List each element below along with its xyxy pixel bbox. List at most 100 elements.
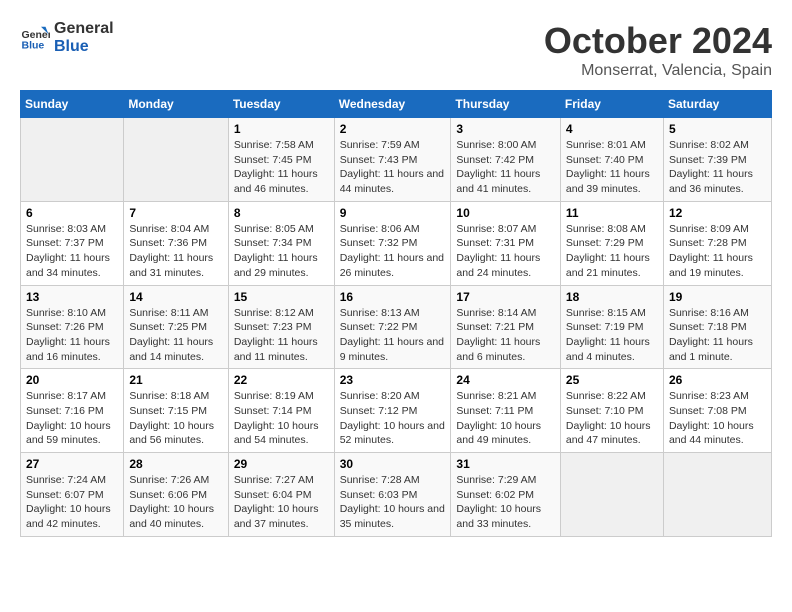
day-info: Sunrise: 7:28 AM Sunset: 6:03 PM Dayligh… [340,473,446,532]
day-info: Sunrise: 8:18 AM Sunset: 7:15 PM Dayligh… [129,389,222,448]
column-header-monday: Monday [124,91,228,118]
column-header-wednesday: Wednesday [334,91,451,118]
day-number: 9 [340,206,446,220]
column-header-tuesday: Tuesday [228,91,334,118]
day-number: 11 [566,206,658,220]
title-block: October 2024 Monserrat, Valencia, Spain [544,20,772,80]
logo: General Blue General Blue [20,20,114,55]
day-info: Sunrise: 8:07 AM Sunset: 7:31 PM Dayligh… [456,222,555,281]
day-info: Sunrise: 8:01 AM Sunset: 7:40 PM Dayligh… [566,138,658,197]
column-header-friday: Friday [560,91,663,118]
day-info: Sunrise: 8:11 AM Sunset: 7:25 PM Dayligh… [129,306,222,365]
day-info: Sunrise: 8:17 AM Sunset: 7:16 PM Dayligh… [26,389,118,448]
day-cell: 10 Sunrise: 8:07 AM Sunset: 7:31 PM Dayli… [451,201,561,285]
day-cell: 4 Sunrise: 8:01 AM Sunset: 7:40 PM Daylig… [560,118,663,202]
day-info: Sunrise: 8:16 AM Sunset: 7:18 PM Dayligh… [669,306,766,365]
day-number: 10 [456,206,555,220]
day-info: Sunrise: 8:05 AM Sunset: 7:34 PM Dayligh… [234,222,329,281]
day-number: 8 [234,206,329,220]
day-number: 13 [26,290,118,304]
day-number: 22 [234,373,329,387]
day-cell [663,453,771,537]
week-row-3: 13Sunrise: 8:10 AM Sunset: 7:26 PM Dayli… [21,285,772,369]
day-number: 28 [129,457,222,471]
day-number: 7 [129,206,222,220]
day-cell: 31 Sunrise: 7:29 AM Sunset: 6:02 PM Dayli… [451,453,561,537]
day-info: Sunrise: 8:15 AM Sunset: 7:19 PM Dayligh… [566,306,658,365]
day-cell: 1 Sunrise: 7:58 AM Sunset: 7:45 PM Daylig… [228,118,334,202]
column-header-sunday: Sunday [21,91,124,118]
day-info: Sunrise: 8:03 AM Sunset: 7:37 PM Dayligh… [26,222,118,281]
day-cell: 14 Sunrise: 8:11 AM Sunset: 7:25 PM Dayli… [124,285,228,369]
day-number: 5 [669,122,766,136]
day-info: Sunrise: 8:19 AM Sunset: 7:14 PM Dayligh… [234,389,329,448]
week-row-5: 27 Sunrise: 7:24 AM Sunset: 6:07 PM Dayli… [21,453,772,537]
page-header: General Blue General Blue October 2024 M… [20,20,772,80]
day-info: Sunrise: 8:00 AM Sunset: 7:42 PM Dayligh… [456,138,555,197]
day-number: 20 [26,373,118,387]
day-number: 2 [340,122,446,136]
day-info: Sunrise: 8:08 AM Sunset: 7:29 PM Dayligh… [566,222,658,281]
week-row-1: 1 Sunrise: 7:58 AM Sunset: 7:45 PM Daylig… [21,118,772,202]
day-info: Sunrise: 7:27 AM Sunset: 6:04 PM Dayligh… [234,473,329,532]
day-cell: 28Sunrise: 7:26 AM Sunset: 6:06 PM Dayli… [124,453,228,537]
day-cell [21,118,124,202]
day-number: 14 [129,290,222,304]
day-cell: 17Sunrise: 8:14 AM Sunset: 7:21 PM Dayli… [451,285,561,369]
day-cell: 30 Sunrise: 7:28 AM Sunset: 6:03 PM Dayli… [334,453,451,537]
day-number: 3 [456,122,555,136]
month-title: October 2024 [544,20,772,62]
day-cell: 7 Sunrise: 8:04 AM Sunset: 7:36 PM Daylig… [124,201,228,285]
day-number: 30 [340,457,446,471]
day-number: 26 [669,373,766,387]
day-cell [124,118,228,202]
day-info: Sunrise: 8:23 AM Sunset: 7:08 PM Dayligh… [669,389,766,448]
header-row: SundayMondayTuesdayWednesdayThursdayFrid… [21,91,772,118]
day-info: Sunrise: 7:58 AM Sunset: 7:45 PM Dayligh… [234,138,329,197]
day-number: 29 [234,457,329,471]
day-number: 31 [456,457,555,471]
day-cell: 18 Sunrise: 8:15 AM Sunset: 7:19 PM Dayli… [560,285,663,369]
day-cell: 8 Sunrise: 8:05 AM Sunset: 7:34 PM Daylig… [228,201,334,285]
logo-general: General [54,20,114,38]
day-cell: 27 Sunrise: 7:24 AM Sunset: 6:07 PM Dayli… [21,453,124,537]
day-cell: 9Sunrise: 8:06 AM Sunset: 7:32 PM Daylig… [334,201,451,285]
day-number: 27 [26,457,118,471]
day-cell: 13Sunrise: 8:10 AM Sunset: 7:26 PM Dayli… [21,285,124,369]
day-number: 24 [456,373,555,387]
svg-text:Blue: Blue [22,39,45,51]
day-cell: 11 Sunrise: 8:08 AM Sunset: 7:29 PM Dayli… [560,201,663,285]
day-cell: 3 Sunrise: 8:00 AM Sunset: 7:42 PM Daylig… [451,118,561,202]
day-number: 6 [26,206,118,220]
day-cell: 20 Sunrise: 8:17 AM Sunset: 7:16 PM Dayli… [21,369,124,453]
day-info: Sunrise: 7:59 AM Sunset: 7:43 PM Dayligh… [340,138,446,197]
day-cell: 21Sunrise: 8:18 AM Sunset: 7:15 PM Dayli… [124,369,228,453]
day-info: Sunrise: 7:29 AM Sunset: 6:02 PM Dayligh… [456,473,555,532]
day-cell: 19Sunrise: 8:16 AM Sunset: 7:18 PM Dayli… [663,285,771,369]
day-cell: 16Sunrise: 8:13 AM Sunset: 7:22 PM Dayli… [334,285,451,369]
day-info: Sunrise: 8:22 AM Sunset: 7:10 PM Dayligh… [566,389,658,448]
day-cell: 5Sunrise: 8:02 AM Sunset: 7:39 PM Daylig… [663,118,771,202]
day-number: 23 [340,373,446,387]
day-info: Sunrise: 8:12 AM Sunset: 7:23 PM Dayligh… [234,306,329,365]
day-info: Sunrise: 8:20 AM Sunset: 7:12 PM Dayligh… [340,389,446,448]
day-number: 15 [234,290,329,304]
day-number: 4 [566,122,658,136]
day-cell: 29 Sunrise: 7:27 AM Sunset: 6:04 PM Dayli… [228,453,334,537]
day-info: Sunrise: 8:13 AM Sunset: 7:22 PM Dayligh… [340,306,446,365]
day-info: Sunrise: 7:24 AM Sunset: 6:07 PM Dayligh… [26,473,118,532]
logo-icon: General Blue [20,23,50,53]
day-cell: 15 Sunrise: 8:12 AM Sunset: 7:23 PM Dayli… [228,285,334,369]
day-cell: 23 Sunrise: 8:20 AM Sunset: 7:12 PM Dayli… [334,369,451,453]
location-subtitle: Monserrat, Valencia, Spain [544,62,772,80]
day-info: Sunrise: 8:09 AM Sunset: 7:28 PM Dayligh… [669,222,766,281]
week-row-2: 6 Sunrise: 8:03 AM Sunset: 7:37 PM Daylig… [21,201,772,285]
day-cell: 6 Sunrise: 8:03 AM Sunset: 7:37 PM Daylig… [21,201,124,285]
calendar-table: SundayMondayTuesdayWednesdayThursdayFrid… [20,90,772,537]
day-number: 1 [234,122,329,136]
day-info: Sunrise: 8:04 AM Sunset: 7:36 PM Dayligh… [129,222,222,281]
day-number: 18 [566,290,658,304]
day-cell: 22 Sunrise: 8:19 AM Sunset: 7:14 PM Dayli… [228,369,334,453]
column-header-saturday: Saturday [663,91,771,118]
day-cell: 12Sunrise: 8:09 AM Sunset: 7:28 PM Dayli… [663,201,771,285]
